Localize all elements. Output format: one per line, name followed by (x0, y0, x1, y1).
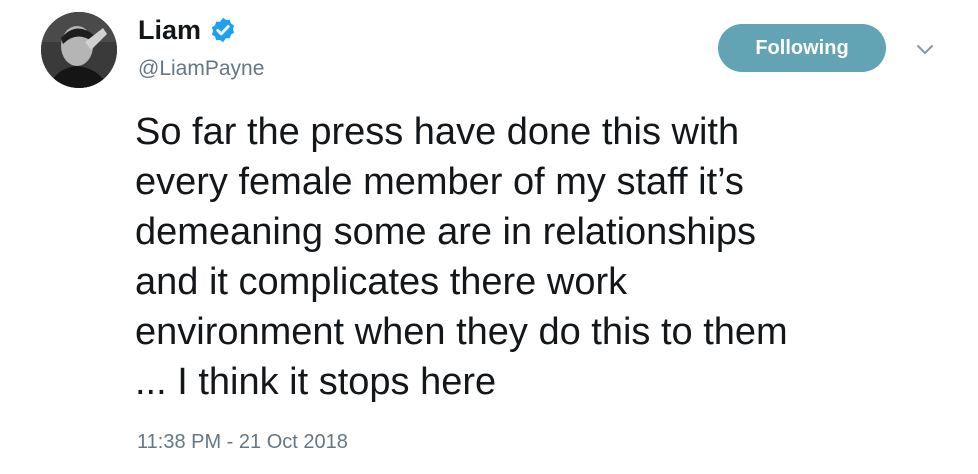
tweet-text-line: ... I think it stops here (135, 361, 497, 403)
tweet-text-line: every female member of my staff it’s (135, 161, 744, 203)
verified-badge-icon (209, 16, 237, 44)
name-row: Liam (138, 14, 237, 46)
tweet-text-line: and it complicates there work (135, 261, 628, 303)
avatar-photo-icon (41, 12, 117, 88)
chevron-down-icon[interactable] (914, 38, 936, 60)
tweet-card: Liam @LiamPayne Following So far the pre… (0, 0, 978, 474)
display-name[interactable]: Liam (138, 14, 201, 46)
tweet-text-line: demeaning some are in relationships (135, 211, 757, 253)
tweet-text-line: environment when they do this to them (135, 311, 788, 353)
tweet-text-line: So far the press have done this with (135, 111, 740, 153)
avatar[interactable] (41, 12, 117, 88)
following-button[interactable]: Following (718, 24, 886, 72)
tweet-text: So far the press have done this with eve… (135, 107, 935, 407)
user-handle[interactable]: @LiamPayne (138, 55, 264, 83)
tweet-timestamp[interactable]: 11:38 PM - 21 Oct 2018 (137, 428, 348, 456)
